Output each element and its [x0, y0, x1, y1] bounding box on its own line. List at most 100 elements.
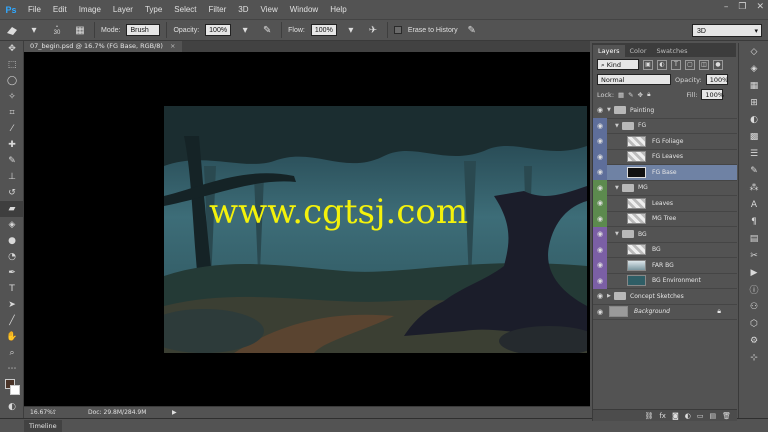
adjustment-layer-icon[interactable]: ◐ [685, 412, 691, 420]
paint-bucket-tool-icon[interactable]: ◈ [0, 217, 24, 233]
lock-pixels-icon[interactable]: ✎ [628, 91, 633, 99]
layer-row-mg-tree[interactable]: ◉ MG Tree [593, 211, 737, 227]
brush-panel-icon[interactable]: ✎ [739, 162, 768, 179]
lock-transparency-icon[interactable]: ▦ [618, 91, 624, 99]
marquee-tool-icon[interactable]: ⬚ [0, 57, 24, 73]
flow-input[interactable]: 100% [310, 24, 337, 36]
layer-row-fg[interactable]: ◉ ▼ FG [593, 118, 737, 134]
pressure-size-icon[interactable]: ✎ [464, 22, 480, 38]
3d-object-icon[interactable]: ⬡ [739, 315, 768, 332]
visibility-eye-icon[interactable]: ◉ [593, 195, 607, 211]
channels-panel-icon[interactable]: ▦ [739, 77, 768, 94]
menu-filter[interactable]: Filter [203, 5, 233, 14]
opacity-dropdown-icon[interactable]: ▾ [237, 22, 253, 38]
background-color-swatch[interactable] [10, 385, 20, 395]
zoom-tool-icon[interactable]: ⌕ [0, 345, 24, 361]
visibility-eye-icon[interactable]: ◉ [593, 164, 607, 180]
blend-mode-select[interactable]: Normal [597, 74, 671, 85]
layer-row-fg-foliage[interactable]: ◉ FG Foliage [593, 133, 737, 150]
quick-select-tool-icon[interactable]: ✧ [0, 89, 24, 105]
flow-dropdown-icon[interactable]: ▾ [343, 22, 359, 38]
brush-presets-icon[interactable]: ⁂ [739, 179, 768, 196]
eraser-tool-icon[interactable]: ▰ [0, 201, 24, 217]
tab-color[interactable]: Color [625, 45, 652, 57]
shape-filter-icon[interactable]: ▢ [685, 59, 695, 70]
menu-view[interactable]: View [255, 5, 284, 14]
timeline-tab[interactable]: Timeline [24, 420, 62, 432]
opacity-input[interactable]: 100% [205, 24, 232, 36]
visibility-eye-icon[interactable]: ◉ [593, 211, 607, 227]
line-tool-icon[interactable]: ╱ [0, 313, 24, 329]
lasso-tool-icon[interactable]: ◯ [0, 73, 24, 89]
history-brush-tool-icon[interactable]: ↺ [0, 185, 24, 201]
lock-all-icon[interactable]: 🔒︎ [647, 90, 650, 99]
menu-image[interactable]: Image [73, 5, 107, 14]
clone-stamp-tool-icon[interactable]: ⊥ [0, 169, 24, 185]
minimize-button[interactable]: – [724, 2, 729, 12]
share-icon[interactable]: ⇪ [52, 409, 82, 416]
fill-input[interactable]: 100% [701, 89, 724, 100]
visibility-eye-icon[interactable]: ◉ [593, 257, 607, 273]
hand-tool-icon[interactable]: ✋ [0, 329, 24, 345]
fx-icon[interactable]: fx [659, 412, 666, 420]
lock-position-icon[interactable]: ✥ [638, 91, 643, 99]
link-layers-icon[interactable]: ⛓ [644, 412, 653, 420]
menu-file[interactable]: File [22, 5, 47, 14]
filter-toggle-icon[interactable]: ● [713, 59, 723, 70]
history-panel-icon[interactable]: ⊞ [739, 94, 768, 111]
chevron-down-icon[interactable]: ▼ [607, 107, 614, 113]
tool-presets-icon[interactable]: ✂ [739, 247, 768, 264]
airbrush-icon[interactable]: ✈ [365, 22, 381, 38]
chevron-right-icon[interactable]: ▶ [607, 293, 614, 299]
chevron-down-icon[interactable]: ▼ [615, 231, 622, 237]
layer-row-background[interactable]: ◉ Background 🔒︎ [593, 305, 737, 320]
trash-icon[interactable]: 🗑︎ [722, 412, 731, 420]
close-button[interactable]: ✕ [756, 2, 764, 12]
status-menu-arrow-icon[interactable]: ▶ [172, 409, 177, 416]
menu-3d[interactable]: 3D [232, 5, 254, 14]
menu-type[interactable]: Type [139, 5, 168, 14]
new-layer-icon[interactable]: ▤ [709, 412, 716, 420]
new-group-icon[interactable]: ▭ [697, 412, 704, 420]
eyedropper-tool-icon[interactable]: ⁄ [0, 121, 24, 137]
layer-opacity-input[interactable]: 100% [705, 74, 728, 85]
adjustment-filter-icon[interactable]: ◐ [657, 59, 667, 70]
navigator-panel-icon[interactable]: ⊹ [739, 349, 768, 366]
chevron-down-icon[interactable]: ▼ [615, 185, 622, 191]
timeline-panel-icon[interactable]: ⚙ [739, 332, 768, 349]
zoom-level[interactable]: 16.67% [24, 409, 53, 416]
chevron-down-icon[interactable]: ▼ [615, 123, 622, 129]
add-mask-icon[interactable]: ◙ [672, 412, 679, 420]
visibility-eye-icon[interactable]: ◉ [593, 273, 607, 289]
layers-panel-icon[interactable]: ◈ [739, 60, 768, 77]
layer-row-concept-sketches[interactable]: ◉ ▶ Concept Sketches [593, 289, 737, 305]
blur-tool-icon[interactable]: ● [0, 233, 24, 249]
preset-dropdown-icon[interactable]: ▾ [26, 22, 42, 38]
healing-brush-tool-icon[interactable]: ✚ [0, 137, 24, 153]
visibility-eye-icon[interactable]: ◉ [593, 118, 607, 134]
properties-panel-icon[interactable]: ☰ [739, 145, 768, 162]
more-tools-icon[interactable]: ⋯ [0, 361, 24, 377]
menu-window[interactable]: Window [284, 5, 324, 14]
layer-row-bg-group[interactable]: ◉ ▼ BG [593, 226, 737, 243]
clone-source-icon[interactable]: ⚇ [739, 298, 768, 315]
adjustments-panel-icon[interactable]: ◐ [739, 111, 768, 128]
menu-layer[interactable]: Layer [107, 5, 139, 14]
pen-tool-icon[interactable]: ✒ [0, 265, 24, 281]
paragraph-panel-icon[interactable]: ¶ [739, 213, 768, 230]
crop-tool-icon[interactable]: ⌗ [0, 105, 24, 121]
layer-row-leaves[interactable]: ◉ Leaves [593, 195, 737, 212]
layer-row-mg[interactable]: ◉ ▼ MG [593, 180, 737, 196]
pixel-filter-icon[interactable]: ▣ [643, 59, 653, 70]
move-tool-icon[interactable]: ✥ [0, 41, 24, 57]
visibility-eye-icon[interactable]: ◉ [593, 149, 607, 165]
smart-object-filter-icon[interactable]: ◫ [699, 59, 709, 70]
path-selection-tool-icon[interactable]: ➤ [0, 297, 24, 313]
brush-tool-icon[interactable]: ✎ [0, 153, 24, 169]
tab-layers[interactable]: Layers [593, 45, 625, 57]
layer-row-far-bg[interactable]: ◉ FAR BG [593, 257, 737, 274]
eraser-tool-icon[interactable] [4, 22, 20, 38]
menu-select[interactable]: Select [168, 5, 202, 14]
menu-edit[interactable]: Edit [47, 5, 73, 14]
document-tab[interactable]: 07_begin.psd @ 16.7% (FG Base, RGB/8) × [24, 41, 182, 52]
